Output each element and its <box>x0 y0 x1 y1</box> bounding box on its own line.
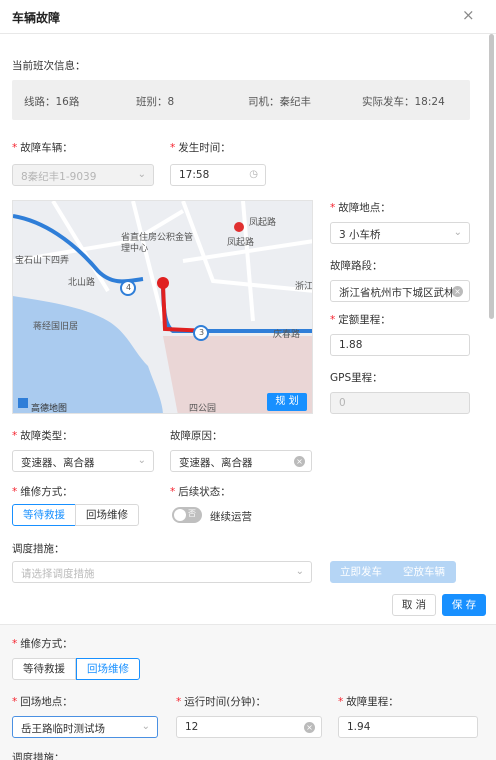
map-label-jiangjingguo: 蒋经国旧居 <box>33 322 79 332</box>
map-label-fengqi-road: 凤起路 <box>249 218 277 228</box>
fault-mileage-label: * 故障里程： <box>338 696 399 708</box>
clear-icon[interactable]: × <box>452 286 463 297</box>
dispatch-select[interactable]: 请选择调度措施 ⌄ <box>12 561 312 583</box>
vehicle-select[interactable]: 8秦纪丰1-9039 ⌄ <box>12 164 154 186</box>
map-label-qingchun: 庆春路 <box>273 330 301 340</box>
map-label-baoshishan: 宝石山下四弄 <box>15 256 70 266</box>
repair-return-button[interactable]: 回场维修 <box>75 504 139 526</box>
chevron-down-icon: ⌄ <box>453 227 462 238</box>
map-label-sigongyuan: 四公园 <box>189 404 217 414</box>
map-marker-4: 4 <box>126 283 132 292</box>
return-location-label: * 回场地点： <box>12 696 73 708</box>
gps-mileage-label: GPS里程： <box>330 372 383 384</box>
trip-info-box: 线路：16路 班别：8 司机：秦纪丰 实际发车：18:24 <box>12 80 470 120</box>
location-label: * 故障地点： <box>330 202 391 214</box>
dispatch-now-button[interactable]: 立即发车 <box>330 561 392 583</box>
trip-route: 线路：16路 <box>24 96 80 108</box>
rated-mileage-input[interactable]: 1.88 <box>330 334 470 356</box>
map-label-gaode: 高德地图 <box>31 404 68 414</box>
chevron-down-icon: ⌄ <box>141 721 150 732</box>
dispatch-empty-button[interactable]: 空放车辆 <box>392 561 456 583</box>
repair-method-label: * 维修方式： <box>12 486 73 498</box>
map-label-zhejiang: 浙江 <box>295 282 313 292</box>
follow-status-toggle[interactable]: 否 <box>172 507 202 523</box>
save-button[interactable]: 保 存 <box>442 594 486 616</box>
time-label: * 发生时间： <box>170 142 231 154</box>
map-marker-3: 3 <box>199 328 205 337</box>
trip-departure: 实际发车：18:24 <box>362 96 445 108</box>
trip-driver: 司机：秦纪丰 <box>248 96 311 108</box>
chevron-down-icon: ⌄ <box>295 566 304 577</box>
fault-reason-select[interactable]: 变速器、离合器 × <box>170 450 312 472</box>
close-icon[interactable]: × <box>462 6 475 24</box>
clear-icon[interactable]: × <box>304 722 315 733</box>
time-picker[interactable]: 17:58 ◷ <box>170 164 266 186</box>
modal-title: 车辆故障 <box>12 11 61 25</box>
clear-icon[interactable]: × <box>294 456 305 467</box>
road-label: 故障路段： <box>330 260 383 272</box>
map-label-fengqi: 凤起路 <box>227 238 255 248</box>
lower-repair-method-label: * 维修方式： <box>12 638 73 650</box>
lower-repair-return-button[interactable]: 回场维修 <box>76 658 140 680</box>
rated-mileage-label: * 定额里程： <box>330 314 391 326</box>
modal-header <box>0 0 496 34</box>
trip-shift: 班别：8 <box>136 96 175 108</box>
follow-status-text: 继续运营 <box>210 511 252 523</box>
gps-mileage-input[interactable]: 0 <box>330 392 470 414</box>
fault-mileage-input[interactable]: 1.94 <box>338 716 478 738</box>
run-time-input[interactable]: 12 × <box>176 716 322 738</box>
map-label-gov-center: 省直住房公积金管理中心 <box>121 233 194 254</box>
chevron-down-icon: ⌄ <box>137 169 146 180</box>
chevron-down-icon: ⌄ <box>137 455 146 466</box>
fault-type-label: * 故障类型： <box>12 430 73 442</box>
trip-info-heading: 当前班次信息： <box>12 60 86 72</box>
run-time-label: * 运行时间(分钟)： <box>176 696 266 708</box>
repair-wait-rescue-button[interactable]: 等待救援 <box>12 504 76 526</box>
return-location-select[interactable]: 岳王路临时测试场 ⌄ <box>12 716 158 738</box>
map-plan-button[interactable]: 规 划 <box>267 393 307 411</box>
lower-dispatch-label: 调度措施： <box>12 752 65 760</box>
follow-status-label: * 后续状态： <box>170 486 231 498</box>
location-select[interactable]: 3 小车桥 ⌄ <box>330 222 470 244</box>
scrollbar[interactable] <box>489 34 494 319</box>
map-label-beishan: 北山路 <box>68 278 96 288</box>
vehicle-label: * 故障车辆： <box>12 142 73 154</box>
fault-reason-label: 故障原因： <box>170 430 223 442</box>
dispatch-label: 调度措施： <box>12 543 65 555</box>
lower-repair-wait-button[interactable]: 等待救援 <box>12 658 76 680</box>
fault-type-select[interactable]: 变速器、离合器 ⌄ <box>12 450 154 472</box>
map-view[interactable]: 4 3 凤起路 凤起路 省直住房公积金管理中心 宝石山下四弄 北山路 蒋经国旧居… <box>12 200 313 414</box>
road-input[interactable]: 浙江省杭州市下城区武林 × <box>330 280 470 302</box>
clock-icon: ◷ <box>249 169 258 180</box>
cancel-button[interactable]: 取 消 <box>392 594 436 616</box>
